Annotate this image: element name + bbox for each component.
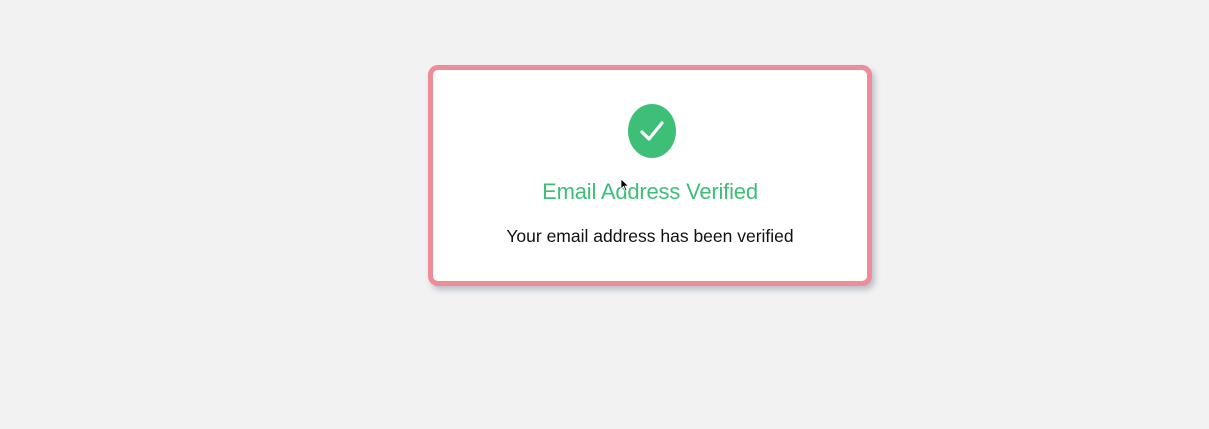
verification-card: Email Address Verified Your email addres… [428, 65, 872, 286]
checkmark-circle-icon [628, 104, 676, 158]
mouse-cursor-icon [620, 178, 630, 192]
verification-message: Your email address has been verified [506, 226, 794, 246]
checkmark-icon [640, 121, 664, 141]
page: Email Address Verified Your email addres… [0, 0, 1209, 429]
verification-title: Email Address Verified [542, 179, 758, 204]
